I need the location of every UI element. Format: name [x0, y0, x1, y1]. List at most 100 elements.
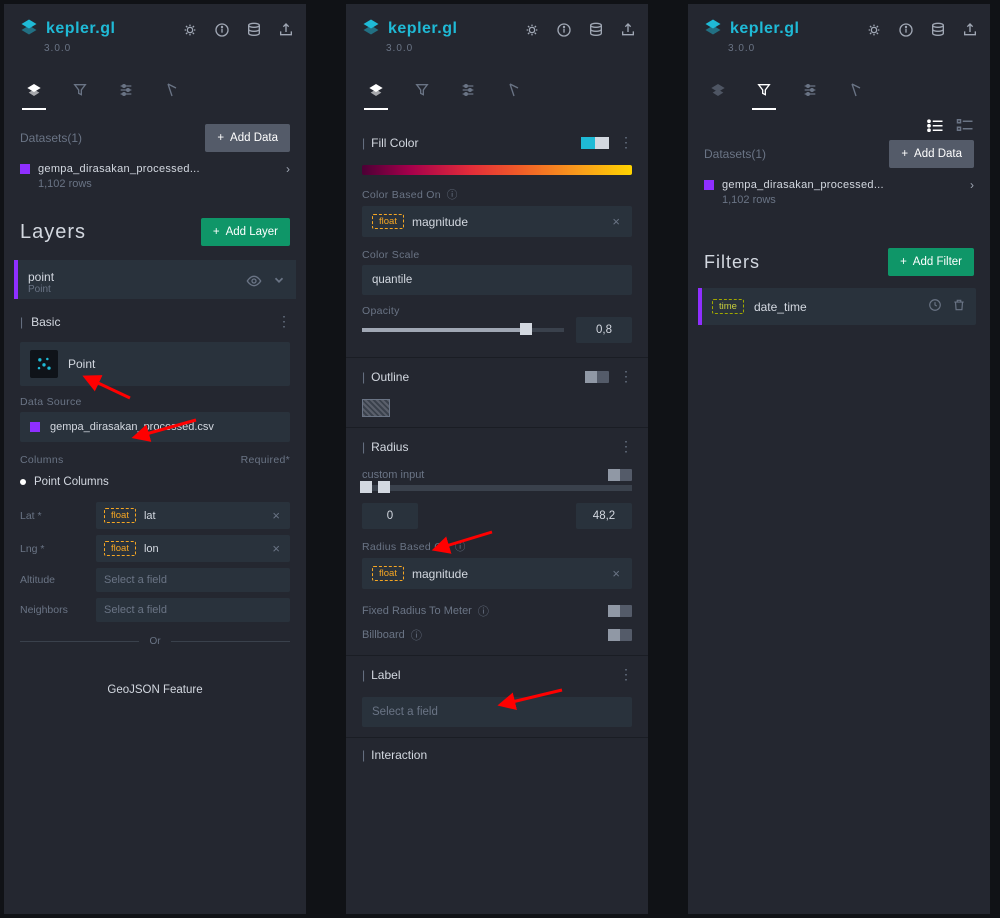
tab-basemap[interactable]	[846, 74, 866, 109]
add-data-button[interactable]: + Add Data	[889, 140, 974, 168]
opacity-value[interactable]: 0,8	[576, 317, 632, 343]
clear-icon[interactable]: ×	[610, 566, 622, 581]
share-icon[interactable]	[620, 22, 636, 41]
plus-icon: +	[900, 256, 907, 268]
visibility-icon[interactable]	[246, 273, 262, 292]
database-icon[interactable]	[588, 22, 604, 41]
layer-type-selector[interactable]: Point	[20, 342, 290, 386]
more-icon[interactable]: ⋮	[619, 666, 632, 683]
info-icon[interactable]: ⓘ	[411, 627, 422, 643]
outline-toggle[interactable]	[585, 371, 609, 383]
dataset-name: gempa_dirasakan_processed...	[38, 163, 278, 175]
bug-icon[interactable]	[182, 22, 198, 41]
radius-max[interactable]: 48,2	[576, 503, 632, 529]
database-icon[interactable]	[246, 22, 262, 41]
outline-section: |Outline ⋮	[346, 357, 648, 395]
clear-icon[interactable]: ×	[270, 541, 282, 556]
bug-icon[interactable]	[866, 22, 882, 41]
fixed-radius-toggle[interactable]	[608, 605, 632, 617]
lat-field[interactable]: floatlat ×	[96, 502, 290, 529]
radius-based-on-label: Radius Based On ⓘ	[346, 539, 648, 554]
color-swatches[interactable]	[581, 137, 609, 149]
add-data-button[interactable]: + Add Data	[205, 124, 290, 152]
altitude-field[interactable]: Select a field	[96, 568, 290, 592]
neighbors-label: Neighbors	[20, 604, 86, 616]
layers-title: Layers	[20, 221, 86, 244]
tab-layers[interactable]	[708, 74, 728, 109]
layer-card[interactable]: point Point	[18, 260, 296, 299]
top-actions	[866, 22, 978, 41]
tab-interactions[interactable]	[458, 74, 478, 109]
brand-name: kepler.gl	[46, 20, 115, 38]
tab-interactions[interactable]	[116, 74, 136, 109]
color-field-select[interactable]: floatmagnitude ×	[362, 206, 632, 237]
chevron-down-icon[interactable]	[272, 273, 286, 292]
color-scale-select[interactable]: quantile	[362, 265, 632, 295]
more-icon[interactable]: ⋮	[619, 438, 632, 455]
data-source-selector[interactable]: gempa_dirasakan_processed.csv	[20, 412, 290, 442]
database-icon[interactable]	[930, 22, 946, 41]
geojson-option[interactable]: GeoJSON Feature	[20, 661, 290, 718]
custom-input-toggle[interactable]	[608, 469, 632, 481]
tab-basemap[interactable]	[504, 74, 524, 109]
info-icon[interactable]	[214, 22, 230, 41]
neighbors-field[interactable]: Select a field	[96, 598, 290, 622]
info-icon[interactable]: ⓘ	[447, 187, 458, 202]
more-icon[interactable]: ⋮	[619, 134, 632, 151]
billboard-toggle[interactable]	[608, 629, 632, 641]
filter-card[interactable]: time date_time	[702, 288, 976, 325]
tab-filters[interactable]	[412, 74, 432, 109]
layer-type-label: Point	[68, 357, 95, 371]
config-basic: | Basic ⋮	[4, 299, 306, 338]
radius-min[interactable]: 0	[362, 503, 418, 529]
logo-icon	[362, 18, 380, 39]
dataset-row[interactable]: gempa_dirasakan_processed... ›	[4, 152, 306, 178]
lng-field[interactable]: floatlon ×	[96, 535, 290, 562]
tab-basemap[interactable]	[162, 74, 182, 109]
panel-view-icon[interactable]	[956, 118, 974, 132]
tab-interactions[interactable]	[800, 74, 820, 109]
brand-version: 3.0.0	[346, 43, 648, 64]
tab-layers[interactable]	[24, 74, 44, 109]
layer-name: point	[28, 270, 54, 284]
trash-icon[interactable]	[952, 298, 966, 315]
share-icon[interactable]	[962, 22, 978, 41]
filters-title: Filters	[704, 252, 760, 273]
info-icon[interactable]	[556, 22, 572, 41]
info-icon[interactable]	[898, 22, 914, 41]
tab-layers[interactable]	[366, 74, 386, 109]
tab-filters[interactable]	[70, 74, 90, 109]
outline-swatch[interactable]	[362, 399, 390, 417]
clear-icon[interactable]: ×	[270, 508, 282, 523]
radius-section: |Radius ⋮	[346, 427, 648, 465]
list-view-icon[interactable]	[926, 118, 944, 132]
chevron-right-icon: ›	[286, 162, 290, 176]
filter-view-mode	[688, 110, 990, 140]
clock-icon[interactable]	[928, 298, 942, 315]
info-icon[interactable]: ⓘ	[478, 603, 489, 619]
bug-icon[interactable]	[524, 22, 540, 41]
more-icon[interactable]: ⋮	[619, 368, 632, 385]
add-filter-button[interactable]: + Add Filter	[888, 248, 974, 276]
clear-icon[interactable]: ×	[610, 214, 622, 229]
columns-label: Columns	[20, 454, 64, 466]
color-gradient[interactable]	[362, 165, 632, 175]
tab-filters[interactable]	[754, 74, 774, 109]
share-icon[interactable]	[278, 22, 294, 41]
dataset-row[interactable]: gempa_dirasakan_processed... ›	[688, 168, 990, 194]
panel-tabs	[346, 74, 648, 110]
radius-field-select[interactable]: floatmagnitude ×	[362, 558, 632, 589]
altitude-label: Altitude	[20, 574, 86, 586]
more-icon[interactable]: ⋮	[277, 313, 290, 330]
dataset-swatch	[20, 164, 30, 174]
billboard-label: Billboard	[362, 629, 405, 641]
radius-range-slider[interactable]	[362, 485, 632, 491]
data-source-label: Data Source	[20, 396, 290, 408]
point-columns-toggle[interactable]: Point Columns	[20, 476, 290, 488]
label-field-select[interactable]: Select a field	[362, 697, 632, 727]
add-layer-button[interactable]: + Add Layer	[201, 218, 290, 246]
datasets-header: Datasets(1) + Add Data	[688, 140, 990, 168]
brand-name: kepler.gl	[730, 20, 799, 38]
info-icon[interactable]: ⓘ	[455, 539, 466, 554]
opacity-slider[interactable]	[362, 328, 564, 332]
